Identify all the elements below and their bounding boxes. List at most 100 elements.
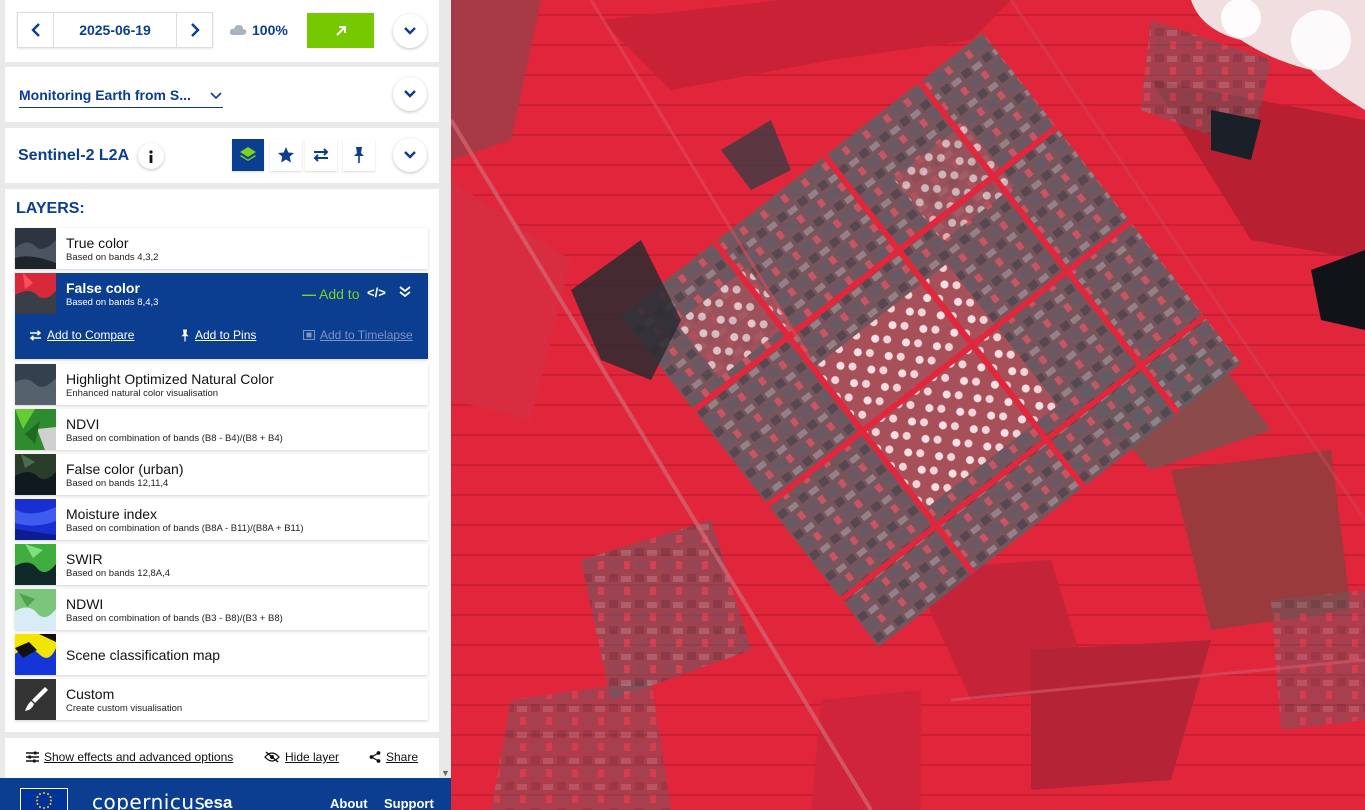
share-label: Share xyxy=(386,750,419,764)
dataset-title: Sentinel-2 L2A xyxy=(18,147,130,164)
date-picker: 2025-06-19 xyxy=(17,12,213,48)
add-to-pins-link[interactable]: Add to Pins xyxy=(180,328,256,342)
add-to-compare-link[interactable]: Add to Compare xyxy=(29,328,134,342)
layer-description: Based on bands 4,3,2 xyxy=(66,252,159,263)
date-input[interactable]: 2025-06-19 xyxy=(53,13,177,47)
about-link[interactable]: About xyxy=(330,796,368,810)
layer-item-highlight-natural[interactable]: Highlight Optimized Natural Color Enhanc… xyxy=(15,364,428,405)
layer-item-false-color-urban[interactable]: False color (urban) Based on bands 12,11… xyxy=(15,454,428,495)
add-to-pins-label: Add to Pins xyxy=(195,328,257,342)
collapse-theme-button[interactable] xyxy=(393,77,427,111)
add-to-label: Add to xyxy=(319,286,360,302)
layer-title: True color xyxy=(66,235,129,251)
add-to-compare-label: Add to Compare xyxy=(47,328,135,342)
layer-item-swir[interactable]: SWIR Based on bands 12,8A,4 xyxy=(15,544,428,585)
layer-thumbnail xyxy=(15,499,56,540)
compare-icon xyxy=(313,148,329,162)
add-to-button[interactable]: — Add to xyxy=(302,286,359,302)
info-icon xyxy=(149,149,153,163)
layer-title: False color (urban) xyxy=(66,461,184,477)
theme-selected-value: Monitoring Earth from S... xyxy=(19,87,191,103)
sliders-icon xyxy=(26,751,39,763)
layer-item-custom[interactable]: Custom Create custom visualisation xyxy=(15,679,428,720)
collapse-date-button[interactable] xyxy=(393,14,427,48)
layer-description: Create custom visualisation xyxy=(66,703,183,714)
chevron-down-icon xyxy=(404,90,416,98)
layer-item-scene-classification[interactable]: Scene classification map xyxy=(15,634,428,675)
layer-item-ndwi[interactable]: NDWI Based on combination of bands (B3 -… xyxy=(15,589,428,630)
chevron-down-icon xyxy=(210,91,222,99)
layer-description: Based on combination of bands (B8A - B11… xyxy=(66,523,304,534)
collapse-dataset-button[interactable] xyxy=(393,138,427,172)
layer-item-moisture-index[interactable]: Moisture index Based on combination of b… xyxy=(15,499,428,540)
layer-title: SWIR xyxy=(66,551,103,567)
layers-heading: LAYERS: xyxy=(16,200,85,217)
add-to-timelapse-link[interactable]: Add to Timelapse xyxy=(303,328,413,342)
tab-compare[interactable] xyxy=(305,139,337,171)
dataset-info-button[interactable] xyxy=(138,143,164,169)
pin-icon xyxy=(354,147,364,163)
layer-thumbnail xyxy=(15,228,56,269)
next-date-button[interactable] xyxy=(177,13,212,47)
false-color-imagery xyxy=(451,0,1365,810)
tab-pins[interactable] xyxy=(343,139,375,171)
layer-item-false-color[interactable]: False color Based on bands 8,4,3 — Add to… xyxy=(15,273,428,359)
paintbrush-icon xyxy=(15,679,56,720)
search-go-button[interactable] xyxy=(307,13,374,48)
satellite-map[interactable] xyxy=(451,0,1365,810)
cloud-coverage-filter[interactable]: 100% xyxy=(229,22,288,38)
previous-date-button[interactable] xyxy=(18,13,53,47)
cloud-icon xyxy=(229,25,247,35)
show-effects-label: Show effects and advanced options xyxy=(44,750,234,764)
layer-title: Moisture index xyxy=(66,506,158,522)
layers-card: LAYERS: True color Based on bands 4,3,2 … xyxy=(5,189,439,732)
theme-selector-card: Monitoring Earth from S... xyxy=(5,67,439,122)
hide-layer-link[interactable]: Hide layer xyxy=(264,750,339,764)
layer-title: Scene classification map xyxy=(66,647,221,663)
layer-description: Based on bands 12,11,4 xyxy=(66,478,169,489)
layer-title: Custom xyxy=(66,686,115,702)
scroll-down-arrow[interactable]: ▼ xyxy=(441,768,450,778)
share-link[interactable]: Share xyxy=(369,750,418,764)
layer-title: NDWI xyxy=(66,596,104,612)
film-icon xyxy=(303,330,315,340)
eu-flag-logo xyxy=(20,788,68,810)
tab-layers[interactable] xyxy=(232,139,264,171)
chevron-right-icon xyxy=(190,23,200,37)
cloud-coverage-value: 100% xyxy=(252,22,288,38)
footer: copernicus esa About Support xyxy=(0,778,451,810)
layer-thumbnail xyxy=(15,364,56,405)
layer-item-ndvi[interactable]: NDVI Based on combination of bands (B8 -… xyxy=(15,409,428,450)
layer-thumbnail xyxy=(15,273,56,314)
theme-dropdown[interactable]: Monitoring Earth from S... xyxy=(19,83,223,108)
hide-layer-label: Hide layer xyxy=(285,750,340,764)
layer-title: False color xyxy=(66,280,140,296)
star-icon xyxy=(278,147,294,163)
layer-description: Enhanced natural color visualisation xyxy=(66,388,219,399)
layer-description: Based on bands 12,8A,4 xyxy=(66,568,171,579)
layer-title: Highlight Optimized Natural Color xyxy=(66,371,274,387)
tab-favorites[interactable] xyxy=(270,139,302,171)
share-icon xyxy=(369,751,381,763)
sidebar-panel: 2025-06-19 100% Monitoring Earth from S.… xyxy=(0,0,451,810)
layer-thumbnail xyxy=(15,409,56,450)
esa-logo: esa xyxy=(204,793,233,810)
layer-thumbnail xyxy=(15,634,56,675)
layer-description: Based on combination of bands (B8 - B4)/… xyxy=(66,433,283,444)
layer-title: NDVI xyxy=(66,416,100,432)
layer-thumbnail xyxy=(15,544,56,585)
support-link[interactable]: Support xyxy=(384,796,434,810)
layer-thumbnail xyxy=(15,454,56,495)
arrow-up-right-icon xyxy=(335,25,346,36)
compare-icon xyxy=(29,329,42,341)
eye-slash-icon xyxy=(264,751,280,763)
code-icon[interactable]: </> xyxy=(367,285,386,300)
double-chevron-down-icon[interactable] xyxy=(398,285,412,304)
layers-icon xyxy=(240,147,256,161)
layer-item-true-color[interactable]: True color Based on bands 4,3,2 xyxy=(15,228,428,269)
show-effects-link[interactable]: Show effects and advanced options xyxy=(26,750,233,764)
layer-thumbnail xyxy=(15,589,56,630)
layer-description: Based on combination of bands (B3 - B8)/… xyxy=(66,613,283,624)
pin-icon xyxy=(181,329,189,341)
layer-description: Based on bands 8,4,3 xyxy=(66,297,159,308)
